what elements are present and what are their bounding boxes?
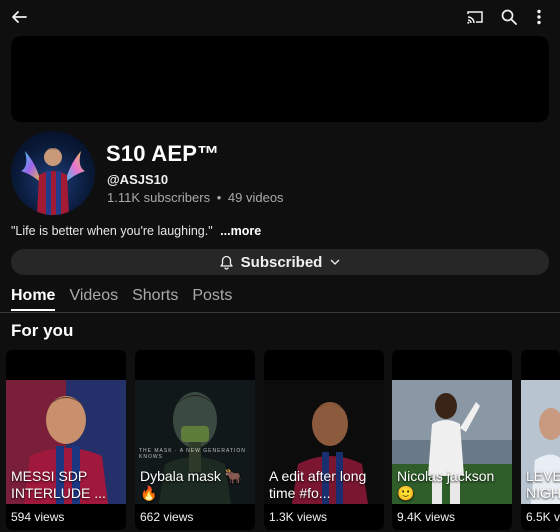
more-link[interactable]: ...more [220,224,261,238]
video-watermark: THE MASK · A NEW GENERATION KNOWS [139,448,246,460]
active-tab-indicator [11,309,55,311]
channel-description[interactable]: "Life is better when you're laughing." .… [11,224,261,238]
channel-handle: @ASJS10 [107,172,169,187]
more-options-button[interactable] [528,6,550,28]
short-views: 662 views [140,510,194,524]
section-title: For you [11,321,74,340]
short-card[interactable]: A edit after long time #fo... 1.3K views [264,350,384,530]
channel-avatar[interactable] [11,131,95,215]
back-button[interactable] [8,6,30,28]
tab-home[interactable]: Home [11,287,55,311]
tab-posts[interactable]: Posts [192,287,232,311]
stats-separator: • [216,190,222,205]
subscribed-label: Subscribed [240,253,323,271]
cast-button[interactable] [464,6,486,28]
tabs-divider [0,312,560,313]
short-views: 9.4K views [397,510,456,524]
short-title: Dybala mask 🐂🔥 [140,468,243,501]
subscribed-button[interactable]: Subscribed [11,249,549,275]
channel-name: S10 AEP™ [106,141,220,166]
description-text: "Life is better when you're laughing." [11,224,213,238]
short-card[interactable]: THE MASK · A NEW GENERATION KNOWS Dybala… [135,350,255,530]
short-card[interactable]: LEVE NIGH 6.5K vi [521,350,560,530]
search-button[interactable] [498,6,520,28]
short-title: A edit after long time #fo... [269,468,367,501]
cast-icon [467,11,483,24]
tab-videos[interactable]: Videos [69,287,118,311]
short-card[interactable]: MESSI SDP INTERLUDE ... 594 views [6,350,126,530]
chevron-down-icon [330,259,340,265]
search-icon [501,9,517,25]
short-title: Nicolas jackson 🙂 [397,468,495,501]
channel-stats: 1.11K subscribers • 49 videos [107,190,284,205]
short-title: MESSI SDP INTERLUDE ... [11,468,106,501]
short-views: 594 views [11,510,65,524]
bell-icon [220,255,233,270]
subscriber-count: 1.11K subscribers [107,190,211,205]
more-vertical-icon [537,9,541,25]
short-title: LEVE NIGH [526,468,560,501]
tab-shorts[interactable]: Shorts [132,287,178,311]
channel-tabs: Home Videos Shorts Posts [11,287,246,311]
short-views: 1.3K views [269,510,328,524]
arrow-left-icon [12,11,27,23]
avatar-image [21,148,85,215]
short-views: 6.5K vi [526,510,560,524]
video-count: 49 videos [227,190,284,205]
channel-banner [11,36,549,122]
short-card[interactable]: Nicolas jackson 🙂 9.4K views [392,350,512,530]
